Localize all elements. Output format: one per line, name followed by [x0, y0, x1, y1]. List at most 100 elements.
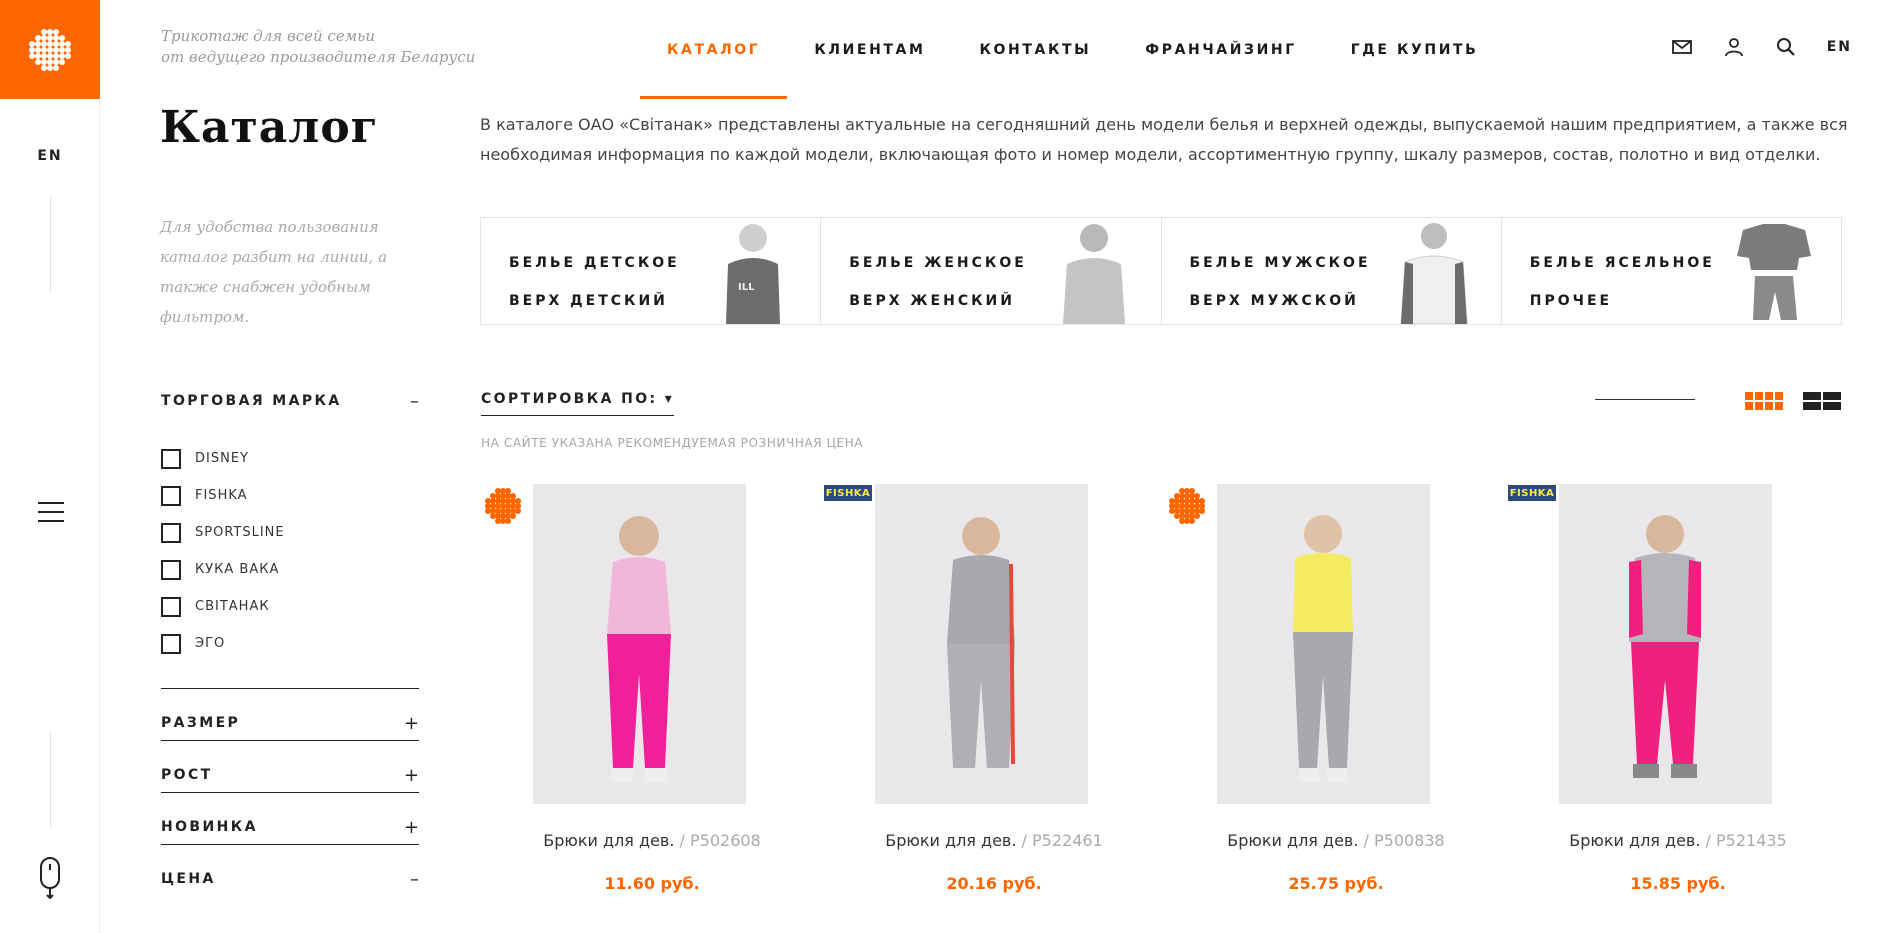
category-link[interactable]: БЕЛЬЕ МУЖСКОЕ [1190, 244, 1371, 282]
nav-contacts[interactable]: КОНТАКТЫ [953, 0, 1119, 99]
checkbox[interactable] [161, 633, 181, 654]
brand-option-label: КУКА ВАКА [195, 562, 280, 577]
category-women-image [1062, 224, 1125, 324]
category-link[interactable]: ПРОЧЕЕ [1530, 282, 1715, 320]
category-link[interactable]: ВЕРХ МУЖСКОЙ [1190, 282, 1371, 320]
mail-icon[interactable] [1671, 36, 1693, 58]
product-price: 15.85 руб. [1630, 874, 1726, 893]
product-article: / P500838 [1363, 831, 1445, 850]
brand-option[interactable]: ЭГО [161, 625, 419, 662]
brand-option-label: СВІТАНАК [195, 599, 270, 614]
logo-icon [29, 28, 71, 71]
filter-height-header[interactable]: РОСТ + [161, 764, 419, 786]
filter-brand-title: ТОРГОВАЯ МАРКА [161, 393, 342, 409]
product-title: Брюки для дев. [543, 831, 675, 850]
category-kids-image: ILL [726, 224, 781, 324]
checkbox[interactable] [161, 596, 181, 617]
product-name[interactable]: Брюки для дев. / P522461 [823, 831, 1165, 850]
checkbox[interactable] [161, 485, 181, 506]
product-card[interactable]: FISHKA Брюки для дев. / P521435 15.85 ру… [1507, 484, 1849, 924]
product-price: 20.16 руб. [946, 874, 1042, 893]
filter-size-title: РАЗМЕР [161, 715, 241, 731]
nav-clients[interactable]: КЛИЕНТАМ [787, 0, 952, 99]
product-card[interactable]: FISHKA Брюки для дев. / P522461 20.16 ру… [823, 484, 1165, 924]
brand-option-label: FISHKA [195, 488, 248, 503]
product-title: Брюки для дев. [885, 831, 1017, 850]
svitanak-brand-icon [485, 488, 521, 524]
product-title: Брюки для дев. [1569, 831, 1701, 850]
product-title: Брюки для дев. [1227, 831, 1359, 850]
brand-option[interactable]: DISNEY [161, 440, 419, 477]
page-root: EN Трикотаж для всей семьи от ведущего п… [0, 0, 1892, 933]
brand-option[interactable]: КУКА ВАКА [161, 551, 419, 588]
category-men: БЕЛЬЕ МУЖСКОЕ ВЕРХ МУЖСКОЙ [1162, 218, 1502, 324]
filter-price-header[interactable]: ЦЕНА – [161, 868, 419, 890]
nav-franchising[interactable]: ФРАНЧАЙЗИНГ [1118, 0, 1323, 99]
nav-catalog[interactable]: КАТАЛОГ [640, 0, 788, 99]
site-tagline: Трикотаж для всей семьи от ведущего прои… [161, 26, 475, 68]
rail-lang-switch[interactable]: EN [0, 148, 100, 164]
filter-panel: ТОРГОВАЯ МАРКА – DISNEY FISHKA SPORTSLIN… [161, 390, 419, 933]
product-name[interactable]: Брюки для дев. / P500838 [1165, 831, 1507, 850]
search-icon[interactable] [1775, 36, 1797, 58]
brand-option[interactable]: SPORTSLINE [161, 514, 419, 551]
tagline-line: от ведущего производителя Беларуси [161, 48, 476, 66]
category-kids: БЕЛЬЕ ДЕТСКОЕ ВЕРХ ДЕТСКИЙ ILL [481, 218, 822, 324]
expand-icon: + [403, 816, 419, 838]
header-lang-switch[interactable]: EN [1827, 39, 1852, 55]
filter-new-title: НОВИНКА [161, 819, 258, 835]
menu-icon[interactable] [38, 502, 64, 522]
filter-new-header[interactable]: НОВИНКА + [161, 816, 419, 838]
product-card[interactable]: Брюки для дев. / P502608 11.60 руб. [481, 484, 823, 924]
brand-option[interactable]: FISHKA [161, 477, 419, 514]
checkbox[interactable] [161, 559, 181, 580]
grid-view-icon[interactable] [1745, 392, 1783, 410]
catalog-intro: В каталоге ОАО «Світанак» представлены а… [480, 115, 1848, 164]
left-rail: EN [0, 0, 100, 933]
svg-text:ILL: ILL [738, 282, 755, 293]
price-note: НА САЙТЕ УКАЗАНА РЕКОМЕНДУЕМАЯ РОЗНИЧНАЯ… [481, 436, 864, 450]
rail-divider [50, 730, 51, 828]
expand-icon: + [403, 764, 419, 786]
sort-label: СОРТИРОВКА ПО: [481, 391, 658, 407]
chevron-down-icon: ▾ [664, 391, 675, 407]
filter-brand-header[interactable]: ТОРГОВАЯ МАРКА – [161, 390, 419, 412]
main-nav: КАТАЛОГ КЛИЕНТАМ КОНТАКТЫ ФРАНЧАЙЗИНГ ГД… [640, 0, 1505, 99]
brand-option-label: SPORTSLINE [195, 525, 285, 540]
brand-option[interactable]: СВІТАНАК [161, 588, 419, 625]
product-photo[interactable] [1217, 484, 1430, 804]
product-card[interactable]: Брюки для дев. / P500838 25.75 руб. [1165, 484, 1507, 924]
category-link[interactable]: ВЕРХ ЖЕНСКИЙ [849, 282, 1027, 320]
user-icon[interactable] [1723, 36, 1745, 58]
product-price: 25.75 руб. [1288, 874, 1384, 893]
category-infants: БЕЛЬЕ ЯСЕЛЬНОЕ ПРОЧЕЕ [1502, 218, 1841, 324]
filter-size-header[interactable]: РАЗМЕР + [161, 712, 419, 734]
fishka-brand-badge: FISHKA [823, 484, 873, 502]
product-photo[interactable] [875, 484, 1088, 804]
category-link[interactable]: БЕЛЬЕ ДЕТСКОЕ [509, 244, 680, 282]
category-women: БЕЛЬЕ ЖЕНСКОЕ ВЕРХ ЖЕНСКИЙ [821, 218, 1162, 324]
product-price: 11.60 руб. [604, 874, 700, 893]
filter-height-title: РОСТ [161, 767, 213, 783]
rail-divider [50, 196, 51, 294]
sort-dropdown[interactable]: СОРТИРОВКА ПО: ▾ [481, 391, 675, 416]
logo[interactable] [0, 0, 100, 99]
filter-new: НОВИНКА + [161, 793, 419, 844]
large-view-icon[interactable] [1803, 392, 1841, 410]
product-name[interactable]: Брюки для дев. / P521435 [1507, 831, 1849, 850]
filter-price-title: ЦЕНА [161, 871, 216, 887]
product-photo[interactable] [533, 484, 746, 804]
category-link[interactable]: БЕЛЬЕ ЯСЕЛЬНОЕ [1530, 244, 1715, 282]
checkbox[interactable] [161, 448, 181, 469]
filter-height: РОСТ + [161, 741, 419, 792]
product-photo[interactable] [1559, 484, 1772, 804]
filter-size: РАЗМЕР + [161, 689, 419, 740]
scroll-mouse-icon[interactable] [36, 856, 64, 900]
product-grid: Брюки для дев. / P502608 11.60 руб. FISH… [481, 484, 1849, 924]
category-link[interactable]: БЕЛЬЕ ЖЕНСКОЕ [849, 244, 1027, 282]
product-article: / P502608 [679, 831, 761, 850]
checkbox[interactable] [161, 522, 181, 543]
nav-where-to-buy[interactable]: ГДЕ КУПИТЬ [1324, 0, 1506, 99]
product-name[interactable]: Брюки для дев. / P502608 [481, 831, 823, 850]
category-link[interactable]: ВЕРХ ДЕТСКИЙ [509, 282, 680, 320]
